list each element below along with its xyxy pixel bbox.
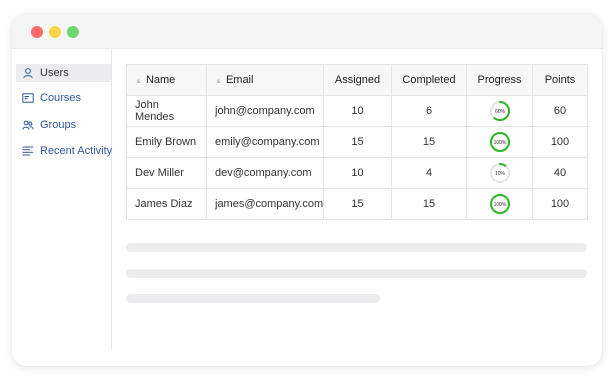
cell-points: 40 <box>532 157 588 189</box>
table-row[interactable]: John Mendes john@company.com 10 6 60% 60 <box>126 95 588 127</box>
maximize-window-button[interactable] <box>67 26 79 38</box>
cell-progress: 60% <box>466 95 533 127</box>
progress-label: 100% <box>493 202 506 208</box>
groups-icon <box>22 119 34 131</box>
cell-points: 60 <box>532 95 588 127</box>
progress-ring: 100% <box>489 194 510 214</box>
column-header-points[interactable]: Points <box>532 64 588 96</box>
cell-completed: 4 <box>391 157 467 189</box>
sidebar-item-label: Recent Activity <box>40 145 113 157</box>
table-row[interactable]: Emily Brown emily@company.com 15 15 100%… <box>126 126 588 158</box>
cell-points: 100 <box>532 188 588 220</box>
app-window: Users Courses Groups Recent Activity ▲︎ … <box>12 14 602 366</box>
sidebar-item-groups[interactable]: Groups <box>16 116 111 134</box>
sort-icon[interactable]: ▲︎ <box>215 78 222 85</box>
cell-progress: 10% <box>466 157 533 189</box>
sidebar-item-users[interactable]: Users <box>16 64 111 82</box>
progress-ring: 10% <box>489 163 510 183</box>
sidebar-item-label: Users <box>40 67 69 79</box>
table-row[interactable]: James Diaz james@company.com 15 15 100% … <box>126 188 588 220</box>
sidebar: Users Courses Groups Recent Activity <box>12 49 112 349</box>
cell-email: dev@company.com <box>206 157 324 189</box>
cell-name: Dev Miller <box>126 157 207 189</box>
progress-ring: 100% <box>489 132 510 152</box>
sidebar-item-label: Courses <box>40 92 81 104</box>
progress-label: 10% <box>494 171 505 177</box>
column-header-progress[interactable]: Progress <box>466 64 533 96</box>
cell-email: james@company.com <box>206 188 324 220</box>
skeleton-placeholder-line <box>126 269 587 278</box>
cell-progress: 100% <box>466 188 533 220</box>
users-table: ▲︎ Name ▲︎ Email Assigned Completed Progre… <box>126 64 588 220</box>
column-header-name[interactable]: ▲︎ Name <box>126 64 207 96</box>
table-row[interactable]: Dev Miller dev@company.com 10 4 10% 40 <box>126 157 588 189</box>
cell-email: john@company.com <box>206 95 324 127</box>
cell-name: James Diaz <box>126 188 207 220</box>
cell-assigned: 15 <box>323 188 392 220</box>
column-header-email[interactable]: ▲︎ Email <box>206 64 324 96</box>
cell-assigned: 15 <box>323 126 392 158</box>
cell-name: John Mendes <box>126 95 207 127</box>
courses-icon <box>22 92 34 104</box>
cell-completed: 15 <box>391 188 467 220</box>
sidebar-item-label: Groups <box>40 119 77 131</box>
cell-completed: 6 <box>391 95 467 127</box>
cell-email: emily@company.com <box>206 126 324 158</box>
skeleton-placeholder-line <box>126 243 587 252</box>
cell-progress: 100% <box>466 126 533 158</box>
progress-label: 100% <box>493 140 506 146</box>
cell-points: 100 <box>532 126 588 158</box>
users-table-container: ▲︎ Name ▲︎ Email Assigned Completed Progre… <box>126 64 588 220</box>
cell-completed: 15 <box>391 126 467 158</box>
close-window-button[interactable] <box>31 26 43 38</box>
user-icon <box>22 67 34 79</box>
cell-assigned: 10 <box>323 157 392 189</box>
column-header-completed[interactable]: Completed <box>391 64 467 96</box>
cell-name: Emily Brown <box>126 126 207 158</box>
skeleton-placeholder-line <box>126 294 380 303</box>
cell-assigned: 10 <box>323 95 392 127</box>
sidebar-item-recent-activity[interactable]: Recent Activity <box>16 142 113 160</box>
sort-icon[interactable]: ▲︎ <box>135 78 142 85</box>
sidebar-item-courses[interactable]: Courses <box>16 89 111 107</box>
activity-icon <box>22 145 34 157</box>
progress-label: 60% <box>494 109 505 115</box>
progress-ring: 60% <box>489 101 510 121</box>
table-header-row: ▲︎ Name ▲︎ Email Assigned Completed Progre… <box>126 64 588 96</box>
title-bar <box>12 14 602 49</box>
minimize-window-button[interactable] <box>49 26 61 38</box>
column-header-assigned[interactable]: Assigned <box>323 64 392 96</box>
